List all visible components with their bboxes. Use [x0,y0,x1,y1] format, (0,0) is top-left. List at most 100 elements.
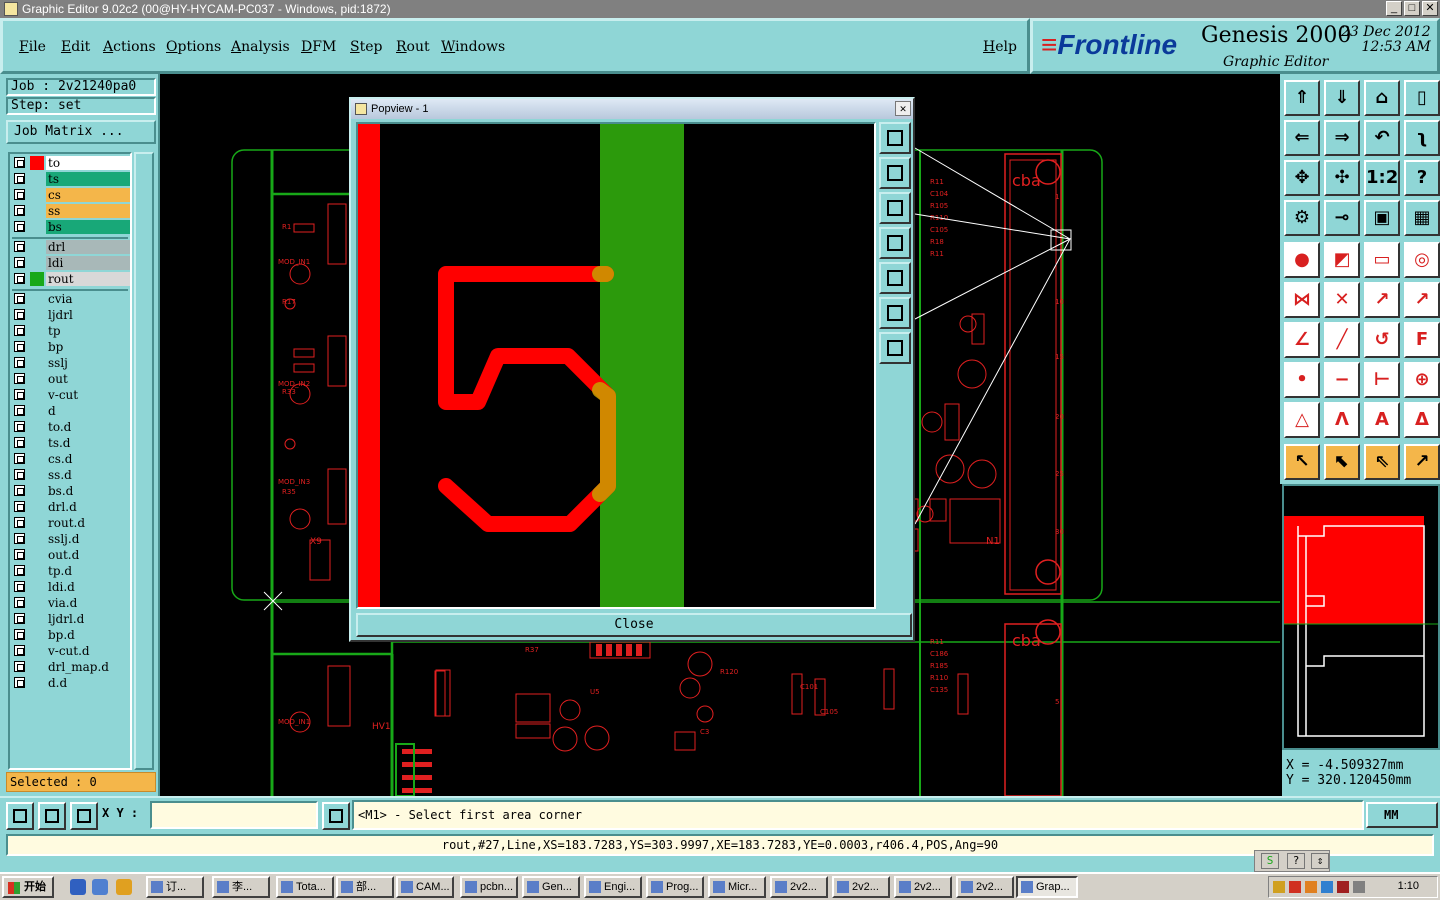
layer-checkbox[interactable] [14,309,25,320]
layer-checkbox[interactable] [14,485,25,496]
layer-row[interactable]: d.d [12,676,130,690]
layer-color-swatch[interactable] [30,612,44,626]
layer-color-swatch[interactable] [30,292,44,306]
fit-icon[interactable]: ✥ [1284,160,1320,196]
tray-icon[interactable] [1273,881,1285,893]
layer-checkbox[interactable] [14,357,25,368]
layer-row[interactable]: drl [12,240,130,254]
layer-name[interactable]: cvia [46,292,130,306]
tray-icon[interactable] [1337,881,1349,893]
menu-actions[interactable]: Actions [103,39,156,55]
layer-color-swatch[interactable] [30,420,44,434]
menu-file[interactable]: File [19,39,46,55]
ie-icon[interactable] [70,879,86,895]
layer-name[interactable]: out.d [46,548,130,562]
point-icon[interactable]: • [1284,362,1320,398]
pan-right-icon[interactable]: ⇒ [1324,120,1360,156]
1:2-icon[interactable]: 1:2 [1364,160,1400,196]
layer-name[interactable]: via.d [46,596,130,610]
layer-checkbox[interactable] [14,501,25,512]
layer-checkbox[interactable] [14,517,25,528]
tools-icon[interactable]: ⚙ [1284,200,1320,236]
layer-color-swatch[interactable] [30,240,44,254]
layers-red-icon[interactable]: ▣ [1364,200,1400,236]
home-up-icon[interactable]: ⇑ [1284,80,1320,116]
triangle-icon[interactable]: △ [1284,402,1320,438]
layer-name[interactable]: ldi [46,256,130,270]
popview-right-icon[interactable] [879,262,911,294]
layer-row[interactable]: sslj.d [12,532,130,546]
layer-row[interactable]: tp.d [12,564,130,578]
layer-name[interactable]: ss [46,204,130,218]
pointer-box-icon[interactable]: ⬉ [1324,444,1360,480]
layer-name[interactable]: tp [46,324,130,338]
node-icon[interactable]: ⋈ [1284,282,1320,318]
layer-checkbox[interactable] [14,273,25,284]
layer-name[interactable]: tp.d [46,564,130,578]
layer-checkbox[interactable] [14,581,25,592]
job-matrix-button[interactable]: Job Matrix ... [6,120,156,144]
layer-checkbox[interactable] [14,205,25,216]
layer-row[interactable]: cs.d [12,452,130,466]
layer-color-swatch[interactable] [30,436,44,450]
layer-row[interactable]: ldi [12,256,130,270]
layer-color-swatch[interactable] [30,388,44,402]
menu-analysis[interactable]: Analysis [231,39,290,55]
layer-row[interactable]: v-cut [12,388,130,402]
layer-color-swatch[interactable] [30,256,44,270]
angle-icon[interactable]: ∠ [1284,322,1320,358]
a-shape-icon[interactable]: Λ [1324,402,1360,438]
pointer-dot-icon[interactable]: ⇖ [1364,444,1400,480]
tray-icon[interactable] [1305,881,1317,893]
layer-color-swatch[interactable] [30,676,44,690]
layer-name[interactable]: rout [46,272,130,286]
layer-row[interactable]: v-cut.d [12,644,130,658]
menu-rout[interactable]: Rout [396,39,430,55]
taskbar-task[interactable]: pcbn... [460,876,518,898]
menu-step[interactable]: Step [350,39,382,55]
layer-color-swatch[interactable] [30,596,44,610]
text-F-icon[interactable]: F [1404,322,1440,358]
popview-center-icon[interactable] [879,332,911,364]
measure-icon[interactable] [6,802,34,830]
layer-checkbox[interactable] [14,221,25,232]
layer-checkbox[interactable] [14,469,25,480]
taskbar-task[interactable]: 李... [212,876,270,898]
layer-row[interactable]: tp [12,324,130,338]
ime-arrow-icon[interactable]: ⇕ [1311,853,1329,869]
layer-row[interactable]: ldi.d [12,580,130,594]
layer-checkbox[interactable] [14,453,25,464]
taskbar-task[interactable]: Micr... [708,876,766,898]
minus-icon[interactable]: − [1324,362,1360,398]
layer-color-swatch[interactable] [30,580,44,594]
dim-icon[interactable]: ⊢ [1364,362,1400,398]
layer-row[interactable]: via.d [12,596,130,610]
taskbar-task[interactable]: CAM... [396,876,454,898]
layer-checkbox[interactable] [14,533,25,544]
layer-checkbox[interactable] [14,341,25,352]
email-icon[interactable] [92,879,108,895]
layer-color-swatch[interactable] [30,156,44,170]
layer-name[interactable]: bp.d [46,628,130,642]
layer-name[interactable]: drl [46,240,130,254]
layer-checkbox[interactable] [14,373,25,384]
overview-map[interactable] [1282,484,1440,750]
house-icon[interactable]: ⌂ [1364,80,1400,116]
layer-row[interactable]: bp [12,340,130,354]
layer-color-swatch[interactable] [30,532,44,546]
layer-color-swatch[interactable] [30,204,44,218]
layer-name[interactable]: ts.d [46,436,130,450]
grid-icon[interactable] [70,802,98,830]
layer-checkbox[interactable] [14,549,25,560]
layer-name[interactable]: sslj.d [46,532,130,546]
circle-icon[interactable]: ◎ [1404,242,1440,278]
menu-windows[interactable]: Windows [441,39,505,55]
layer-checkbox[interactable] [14,597,25,608]
layer-color-swatch[interactable] [30,324,44,338]
units-selector[interactable]: MM [1366,802,1438,828]
measure-icon[interactable]: ⊸ [1324,200,1360,236]
undo-view-icon[interactable]: ↶ [1364,120,1400,156]
minimize-button[interactable]: _ [1386,1,1402,16]
layer-name[interactable]: ldi.d [46,580,130,594]
popview-fit-icon[interactable] [879,297,911,329]
